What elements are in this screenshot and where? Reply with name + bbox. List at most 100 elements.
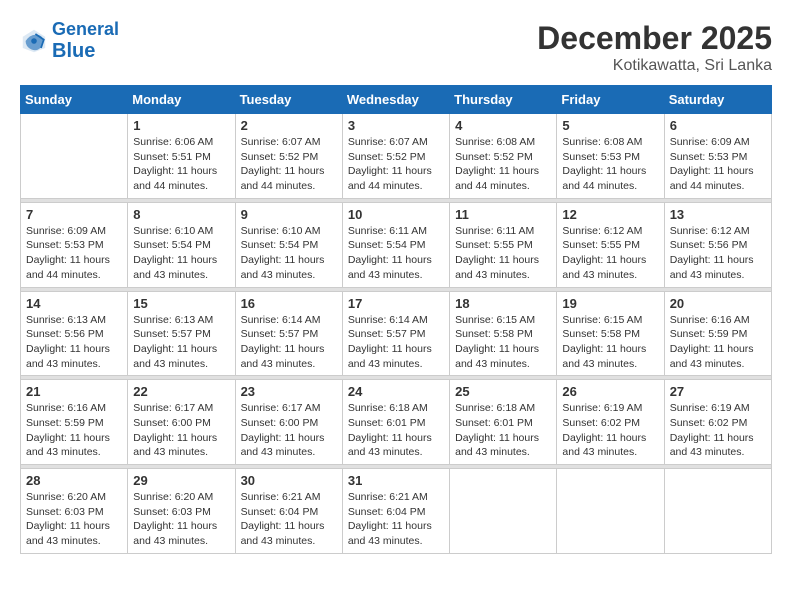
- cell-info: Sunrise: 6:10 AMSunset: 5:54 PMDaylight:…: [133, 224, 229, 283]
- cell-info: Sunrise: 6:19 AMSunset: 6:02 PMDaylight:…: [562, 401, 658, 460]
- calendar-cell: 2 Sunrise: 6:07 AMSunset: 5:52 PMDaylight…: [235, 114, 342, 199]
- day-number: 9: [241, 207, 337, 222]
- day-number: 29: [133, 473, 229, 488]
- calendar-cell: 17 Sunrise: 6:14 AMSunset: 5:57 PMDayligh…: [342, 291, 449, 376]
- page-header: General Blue December 2025 Kotikawatta, …: [20, 20, 772, 75]
- calendar-cell: [450, 469, 557, 554]
- calendar-cell: 10Sunrise: 6:11 AMSunset: 5:54 PMDayligh…: [342, 202, 449, 287]
- calendar-cell: 26 Sunrise: 6:19 AMSunset: 6:02 PMDayligh…: [557, 380, 664, 465]
- calendar-cell: [21, 114, 128, 199]
- calendar-cell: 20Sunrise: 6:16 AMSunset: 5:59 PMDayligh…: [664, 291, 771, 376]
- calendar-week-2: 7 Sunrise: 6:09 AMSunset: 5:53 PMDaylight…: [21, 202, 772, 287]
- day-number: 1: [133, 118, 229, 133]
- cell-info: Sunrise: 6:16 AMSunset: 5:59 PMDaylight:…: [26, 401, 122, 460]
- day-number: 17: [348, 296, 444, 311]
- calendar-cell: 5Sunrise: 6:08 AMSunset: 5:53 PMDaylight…: [557, 114, 664, 199]
- day-number: 7: [26, 207, 122, 222]
- cell-info: Sunrise: 6:09 AMSunset: 5:53 PMDaylight:…: [670, 135, 766, 194]
- cell-info: Sunrise: 6:20 AMSunset: 6:03 PMDaylight:…: [26, 490, 122, 549]
- day-number: 24: [348, 384, 444, 399]
- day-number: 6: [670, 118, 766, 133]
- calendar-table: SundayMondayTuesdayWednesdayThursdayFrid…: [20, 85, 772, 554]
- cell-info: Sunrise: 6:18 AMSunset: 6:01 PMDaylight:…: [348, 401, 444, 460]
- calendar-cell: 3 Sunrise: 6:07 AMSunset: 5:52 PMDaylight…: [342, 114, 449, 199]
- cell-info: Sunrise: 6:08 AMSunset: 5:53 PMDaylight:…: [562, 135, 658, 194]
- calendar-week-3: 14 Sunrise: 6:13 AMSunset: 5:56 PMDayligh…: [21, 291, 772, 376]
- calendar-cell: 9 Sunrise: 6:10 AMSunset: 5:54 PMDaylight…: [235, 202, 342, 287]
- calendar-cell: 25Sunrise: 6:18 AMSunset: 6:01 PMDayligh…: [450, 380, 557, 465]
- weekday-header-sunday: Sunday: [21, 86, 128, 114]
- day-number: 27: [670, 384, 766, 399]
- cell-info: Sunrise: 6:15 AMSunset: 5:58 PMDaylight:…: [562, 313, 658, 372]
- weekday-header-wednesday: Wednesday: [342, 86, 449, 114]
- weekday-header-saturday: Saturday: [664, 86, 771, 114]
- cell-info: Sunrise: 6:12 AMSunset: 5:56 PMDaylight:…: [670, 224, 766, 283]
- calendar-cell: 11 Sunrise: 6:11 AMSunset: 5:55 PMDayligh…: [450, 202, 557, 287]
- location-subtitle: Kotikawatta, Sri Lanka: [537, 57, 772, 75]
- calendar-cell: 29 Sunrise: 6:20 AMSunset: 6:03 PMDayligh…: [128, 469, 235, 554]
- calendar-cell: 21 Sunrise: 6:16 AMSunset: 5:59 PMDayligh…: [21, 380, 128, 465]
- weekday-header-row: SundayMondayTuesdayWednesdayThursdayFrid…: [21, 86, 772, 114]
- day-number: 21: [26, 384, 122, 399]
- calendar-cell: 6 Sunrise: 6:09 AMSunset: 5:53 PMDaylight…: [664, 114, 771, 199]
- calendar-cell: [664, 469, 771, 554]
- cell-info: Sunrise: 6:09 AMSunset: 5:53 PMDaylight:…: [26, 224, 122, 283]
- weekday-header-monday: Monday: [128, 86, 235, 114]
- cell-info: Sunrise: 6:14 AMSunset: 5:57 PMDaylight:…: [241, 313, 337, 372]
- day-number: 12: [562, 207, 658, 222]
- cell-info: Sunrise: 6:17 AMSunset: 6:00 PMDaylight:…: [241, 401, 337, 460]
- day-number: 26: [562, 384, 658, 399]
- page-container: General Blue December 2025 Kotikawatta, …: [20, 20, 772, 554]
- logo-blue: Blue: [52, 40, 119, 62]
- day-number: 16: [241, 296, 337, 311]
- cell-info: Sunrise: 6:11 AMSunset: 5:55 PMDaylight:…: [455, 224, 551, 283]
- calendar-week-4: 21 Sunrise: 6:16 AMSunset: 5:59 PMDayligh…: [21, 380, 772, 465]
- calendar-cell: 7 Sunrise: 6:09 AMSunset: 5:53 PMDaylight…: [21, 202, 128, 287]
- calendar-cell: 16 Sunrise: 6:14 AMSunset: 5:57 PMDayligh…: [235, 291, 342, 376]
- day-number: 11: [455, 207, 551, 222]
- day-number: 14: [26, 296, 122, 311]
- cell-info: Sunrise: 6:06 AMSunset: 5:51 PMDaylight:…: [133, 135, 229, 194]
- calendar-cell: 12Sunrise: 6:12 AMSunset: 5:55 PMDayligh…: [557, 202, 664, 287]
- day-number: 15: [133, 296, 229, 311]
- calendar-cell: 14 Sunrise: 6:13 AMSunset: 5:56 PMDayligh…: [21, 291, 128, 376]
- logo-general: General: [52, 19, 119, 39]
- cell-info: Sunrise: 6:11 AMSunset: 5:54 PMDaylight:…: [348, 224, 444, 283]
- day-number: 20: [670, 296, 766, 311]
- calendar-cell: 8Sunrise: 6:10 AMSunset: 5:54 PMDaylight…: [128, 202, 235, 287]
- day-number: 18: [455, 296, 551, 311]
- calendar-cell: 27 Sunrise: 6:19 AMSunset: 6:02 PMDayligh…: [664, 380, 771, 465]
- calendar-week-1: 1 Sunrise: 6:06 AMSunset: 5:51 PMDaylight…: [21, 114, 772, 199]
- cell-info: Sunrise: 6:20 AMSunset: 6:03 PMDaylight:…: [133, 490, 229, 549]
- cell-info: Sunrise: 6:08 AMSunset: 5:52 PMDaylight:…: [455, 135, 551, 194]
- cell-info: Sunrise: 6:21 AMSunset: 6:04 PMDaylight:…: [241, 490, 337, 549]
- weekday-header-thursday: Thursday: [450, 86, 557, 114]
- day-number: 3: [348, 118, 444, 133]
- calendar-cell: 30 Sunrise: 6:21 AMSunset: 6:04 PMDayligh…: [235, 469, 342, 554]
- calendar-cell: 1 Sunrise: 6:06 AMSunset: 5:51 PMDaylight…: [128, 114, 235, 199]
- calendar-cell: 22Sunrise: 6:17 AMSunset: 6:00 PMDayligh…: [128, 380, 235, 465]
- month-year-title: December 2025: [537, 20, 772, 57]
- cell-info: Sunrise: 6:07 AMSunset: 5:52 PMDaylight:…: [241, 135, 337, 194]
- calendar-cell: 13Sunrise: 6:12 AMSunset: 5:56 PMDayligh…: [664, 202, 771, 287]
- day-number: 28: [26, 473, 122, 488]
- day-number: 2: [241, 118, 337, 133]
- calendar-cell: 4Sunrise: 6:08 AMSunset: 5:52 PMDaylight…: [450, 114, 557, 199]
- cell-info: Sunrise: 6:10 AMSunset: 5:54 PMDaylight:…: [241, 224, 337, 283]
- day-number: 19: [562, 296, 658, 311]
- cell-info: Sunrise: 6:07 AMSunset: 5:52 PMDaylight:…: [348, 135, 444, 194]
- cell-info: Sunrise: 6:13 AMSunset: 5:56 PMDaylight:…: [26, 313, 122, 372]
- cell-info: Sunrise: 6:21 AMSunset: 6:04 PMDaylight:…: [348, 490, 444, 549]
- logo-text: General Blue: [52, 20, 119, 62]
- cell-info: Sunrise: 6:18 AMSunset: 6:01 PMDaylight:…: [455, 401, 551, 460]
- cell-info: Sunrise: 6:14 AMSunset: 5:57 PMDaylight:…: [348, 313, 444, 372]
- logo: General Blue: [20, 20, 119, 62]
- cell-info: Sunrise: 6:17 AMSunset: 6:00 PMDaylight:…: [133, 401, 229, 460]
- weekday-header-friday: Friday: [557, 86, 664, 114]
- day-number: 30: [241, 473, 337, 488]
- cell-info: Sunrise: 6:19 AMSunset: 6:02 PMDaylight:…: [670, 401, 766, 460]
- logo-icon: [20, 27, 48, 55]
- calendar-cell: [557, 469, 664, 554]
- calendar-week-5: 28 Sunrise: 6:20 AMSunset: 6:03 PMDayligh…: [21, 469, 772, 554]
- calendar-cell: 24 Sunrise: 6:18 AMSunset: 6:01 PMDayligh…: [342, 380, 449, 465]
